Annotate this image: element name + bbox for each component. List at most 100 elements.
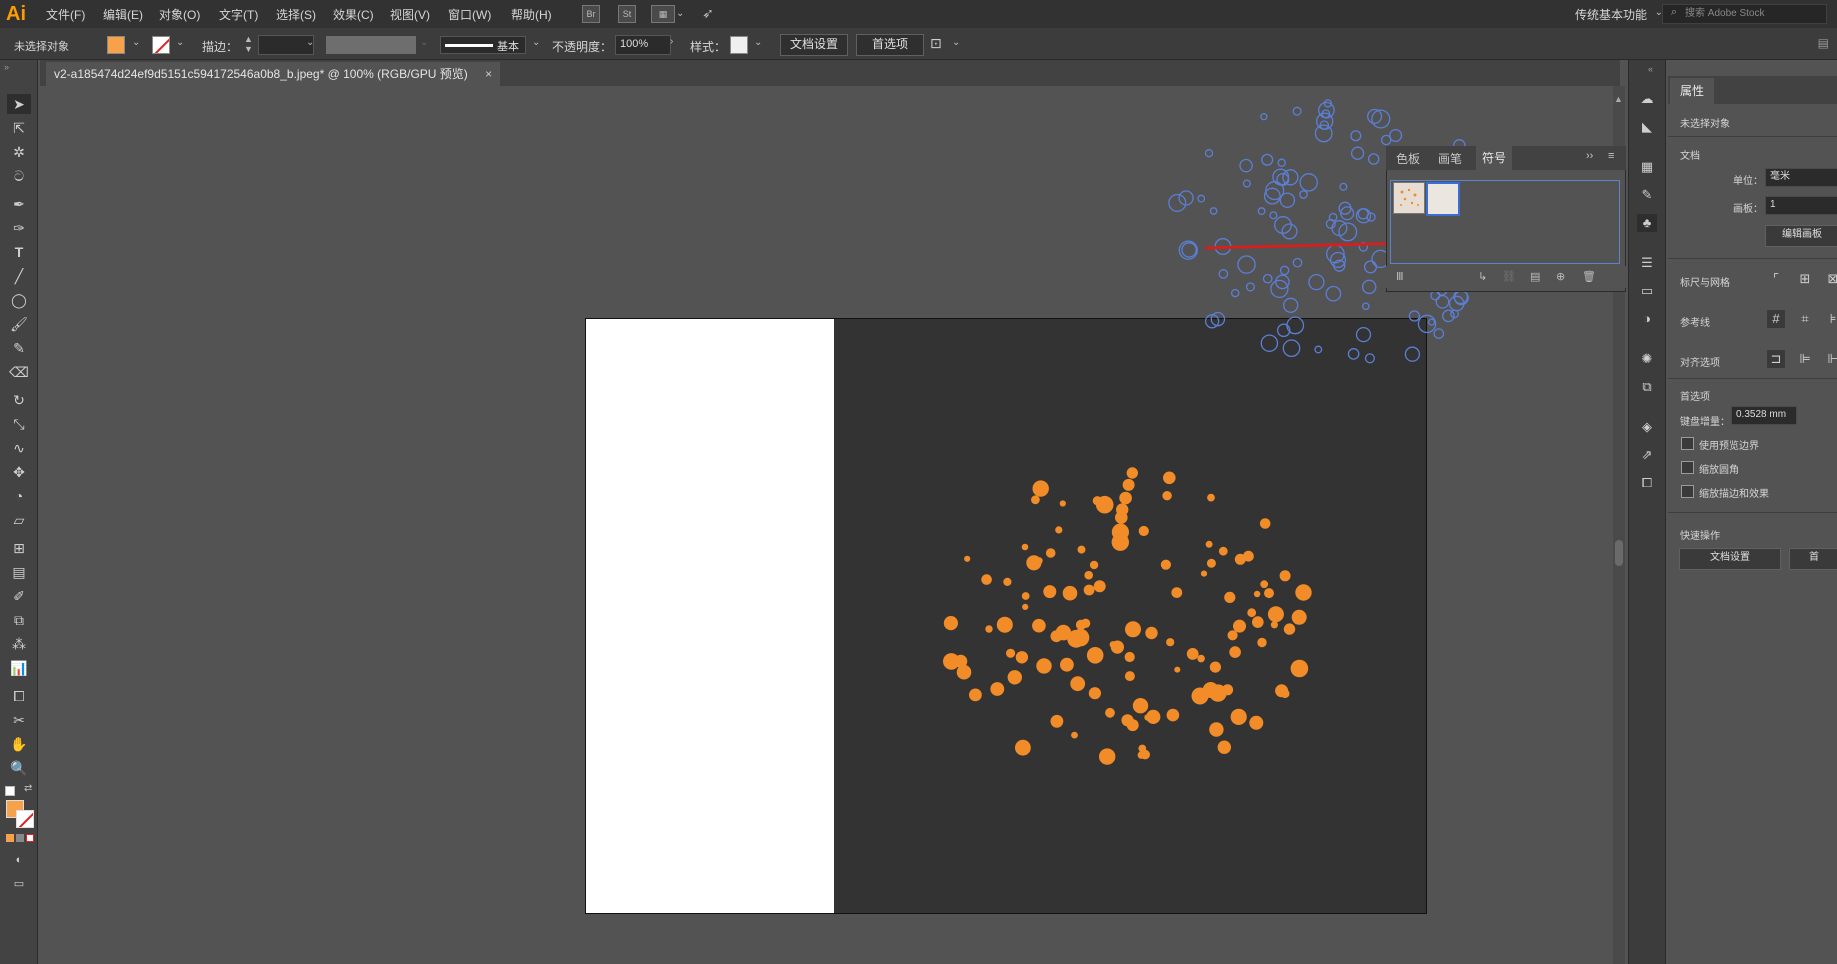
scroll-up-icon[interactable]: ▲ [1614,94,1623,104]
orange-dot [1070,676,1086,692]
symbol-outline-circle [1308,273,1325,291]
vertical-scroll-thumb[interactable] [1615,540,1623,566]
snap-to-grid-icon[interactable]: ⊩ [1824,350,1837,368]
orange-dot [985,625,993,633]
symbol-library-icon[interactable]: Ⅲ [1396,270,1404,283]
symbol-outline-circle [1325,285,1342,302]
graphic-styles-icon[interactable]: ⧉ [1637,378,1657,396]
orange-dot [1119,491,1132,505]
orange-dot [1060,657,1074,672]
brushes-icon[interactable]: ✎ [1637,186,1657,204]
orange-dot [1035,557,1043,565]
transparency-icon[interactable]: ◑ [1637,310,1657,328]
orange-dot [1222,684,1234,696]
keyboard-increment-field[interactable]: 0.3528 mm [1731,406,1797,425]
artboard-select[interactable]: 1 [1765,196,1837,215]
lock-guides-icon[interactable]: ⌗ [1796,310,1814,328]
collapse-panels-icon[interactable]: « [1648,64,1653,74]
symbol-outline-circle [1279,265,1290,276]
snap-to-pixel-icon[interactable]: ⊫ [1796,350,1814,368]
smart-guides-icon[interactable]: ⊧ [1824,310,1837,328]
orange-dot [1084,570,1093,580]
stroke-weight-icon[interactable]: ☰ [1637,254,1657,272]
symbol-outline-circle [1299,190,1308,199]
symbol-outline-circle [1292,257,1303,268]
symbol-outline-circle [1242,179,1251,188]
scale-corners-checkbox[interactable] [1681,461,1694,474]
panel-menu-icon[interactable]: ▤ [1818,36,1829,50]
orange-dot [1186,648,1199,660]
symbol-outline-circle [1299,173,1318,192]
orange-dot [990,682,1005,696]
break-link-icon[interactable]: ⛓ [1502,270,1516,283]
panel-menu-icon[interactable]: ≡ [1608,150,1614,162]
symbol-outline-circle [1269,211,1278,220]
quick-preferences-button[interactable]: 首 [1789,548,1837,570]
orange-dot [981,574,992,585]
orange-dot [1088,687,1101,700]
export-icon[interactable]: ⇗ [1637,446,1657,464]
symbol-outline-circle [1275,274,1290,290]
symbol-outline-circle [1270,279,1289,299]
symbol-outline-circle [1363,260,1378,274]
orange-dot [1280,689,1290,698]
orange-dot [1227,630,1238,641]
orange-dot [1145,626,1158,640]
units-select[interactable]: 毫米 [1765,168,1837,187]
tab-brushes[interactable]: 画笔 [1438,150,1462,167]
orange-dot [1205,540,1213,548]
symbols-panel-tabs: 色板 画笔 符号 ›› ≡ [1386,146,1626,170]
grid-icon[interactable]: ⊞ [1796,270,1814,288]
transparency-grid-icon[interactable]: ⊠ [1824,270,1837,288]
quick-document-setup-button[interactable]: 文档设置 [1679,548,1781,570]
place-symbol-icon[interactable]: ↳ [1478,270,1487,283]
tab-properties[interactable]: 属性 [1670,78,1715,104]
new-symbol-icon[interactable]: ⊕ [1556,270,1565,283]
orange-dot [1124,651,1135,663]
orange-dot [1071,628,1090,647]
orange-dot [1124,671,1135,682]
symbol-outline-circle [1361,302,1370,311]
units-label: 单位： [1733,176,1763,187]
orange-dot [1257,637,1267,648]
symbol-outline-circle [1427,318,1436,326]
artboards-icon[interactable]: ⧠ [1637,474,1657,492]
orange-dot [1086,647,1104,664]
orange-dot [1270,621,1278,629]
orange-dot [1015,651,1029,664]
appearance-icon[interactable]: ✺ [1637,350,1657,368]
snap-to-point-icon[interactable]: ⊐ [1767,350,1785,368]
scale-strokes-checkbox[interactable] [1681,485,1694,498]
symbol-outline-circle [1408,310,1421,322]
libraries-icon[interactable]: ☁ [1637,90,1657,108]
gradient-icon[interactable]: ▭ [1637,282,1657,300]
guides-header: 参考线 [1680,318,1710,329]
use-preview-bounds-checkbox[interactable] [1681,437,1694,450]
swatches-icon[interactable]: ▦ [1637,158,1657,176]
orange-dot [1059,500,1066,507]
orange-dot [1174,666,1181,673]
quick-actions-header: 快速操作 [1680,531,1720,542]
edit-artboards-button[interactable]: 编辑画板 [1765,225,1837,247]
symbol-thumbnail-dots[interactable] [1393,182,1425,214]
orange-dot [1043,585,1057,599]
orange-dot-cluster[interactable] [943,467,1312,765]
symbol-options-icon[interactable]: ▤ [1530,270,1540,283]
tab-swatches[interactable]: 色板 [1396,150,1420,167]
symbol-outline-circle [1361,279,1377,295]
stroke-panel-icon[interactable]: ◣ [1637,118,1657,136]
layers-icon[interactable]: ◈ [1637,418,1657,436]
orange-dot [1209,722,1224,737]
tab-symbols[interactable]: 符号 [1476,146,1513,170]
rulers-icon[interactable]: ⌜ [1767,270,1785,288]
show-guides-icon[interactable]: # [1767,310,1785,328]
orange-dot [1162,491,1172,501]
delete-symbol-icon[interactable]: 🗑 [1582,270,1596,283]
orange-dot [969,688,982,702]
orange-dot [1021,592,1030,600]
symbols-icon[interactable]: ♣ [1637,214,1657,232]
symbol-thumbnail-selected[interactable] [1426,182,1460,216]
artboard-label: 画板： [1733,204,1763,215]
panel-expand-icon[interactable]: ›› [1586,150,1593,162]
stock-search-input[interactable]: 搜索 Adobe Stock [1662,4,1827,24]
